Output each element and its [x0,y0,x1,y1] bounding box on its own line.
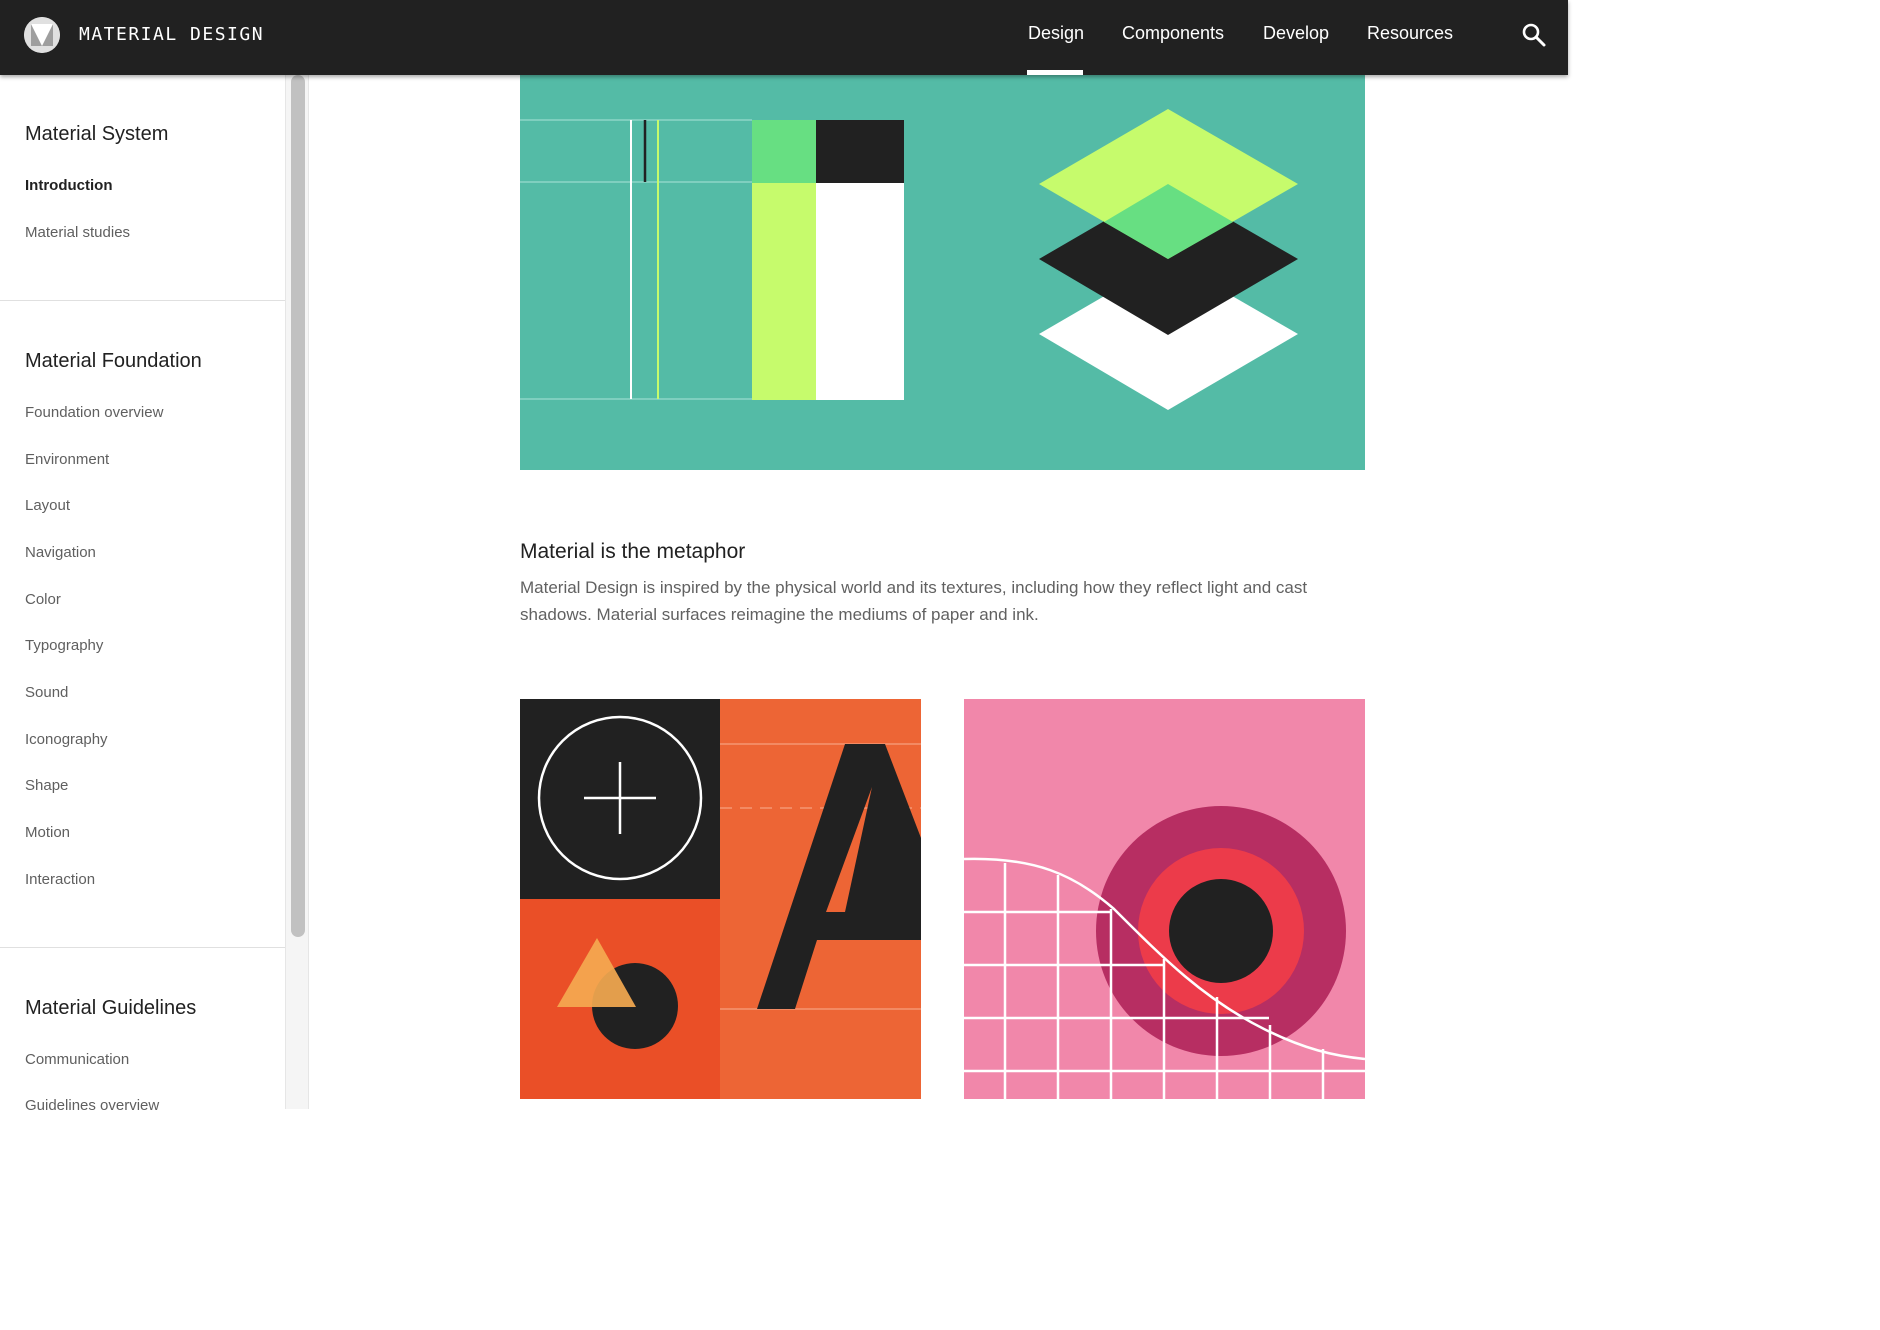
sidebar-item-foundation-overview[interactable]: Foundation overview [25,404,163,421]
sidebar-item-iconography[interactable]: Iconography [25,731,108,748]
sidebar-item-typography[interactable]: Typography [25,637,103,654]
sidebar-scrollbar-thumb[interactable] [291,75,305,937]
sidebar-divider [0,947,285,948]
sidebar-item-material-studies[interactable]: Material studies [25,224,130,241]
hero-artwork [520,75,1365,470]
search-icon-graphic [1522,23,1546,47]
sidebar-section-material-foundation: Material Foundation [25,350,202,372]
illustration-card-typography [520,699,921,1099]
sidebar-item-sound[interactable]: Sound [25,684,68,701]
top-app-bar: MATERIAL DESIGN Design Components Develo… [0,0,1568,75]
nav-develop[interactable]: Develop [1263,23,1329,44]
sidebar-item-environment[interactable]: Environment [25,451,109,468]
sidebar-section-material-system: Material System [25,123,169,145]
sidebar-item-guidelines-overview[interactable]: Guidelines overview [25,1097,159,1114]
sidebar-section-material-guidelines: Material Guidelines [25,997,197,1019]
hero-illustration [520,75,1365,470]
section-heading: Material is the metaphor [520,540,746,563]
site-title[interactable]: MATERIAL DESIGN [79,24,264,45]
sidebar-item-navigation[interactable]: Navigation [25,544,96,561]
sidebar-item-motion[interactable]: Motion [25,824,70,841]
nav-resources[interactable]: Resources [1367,23,1453,44]
active-nav-indicator [1027,70,1083,75]
material-logo-icon[interactable] [24,17,60,53]
sidebar-item-shape[interactable]: Shape [25,777,68,794]
sidebar-item-color[interactable]: Color [25,591,61,608]
sidebar-divider [0,300,285,301]
material-logo-graphic [24,17,60,53]
sidebar-item-layout[interactable]: Layout [25,497,70,514]
illustration-card-shape [963,699,1366,1099]
search-icon[interactable] [1521,22,1547,48]
sidebar-item-interaction[interactable]: Interaction [25,871,95,888]
nav-components[interactable]: Components [1122,23,1224,44]
typography-artwork [520,699,921,1099]
section-body-text: Material Design is inspired by the physi… [520,578,1308,624]
shape-artwork [963,699,1366,1099]
sidebar-item-introduction[interactable]: Introduction [25,177,112,194]
nav-design[interactable]: Design [1028,23,1084,44]
sidebar-item-communication[interactable]: Communication [25,1051,129,1068]
